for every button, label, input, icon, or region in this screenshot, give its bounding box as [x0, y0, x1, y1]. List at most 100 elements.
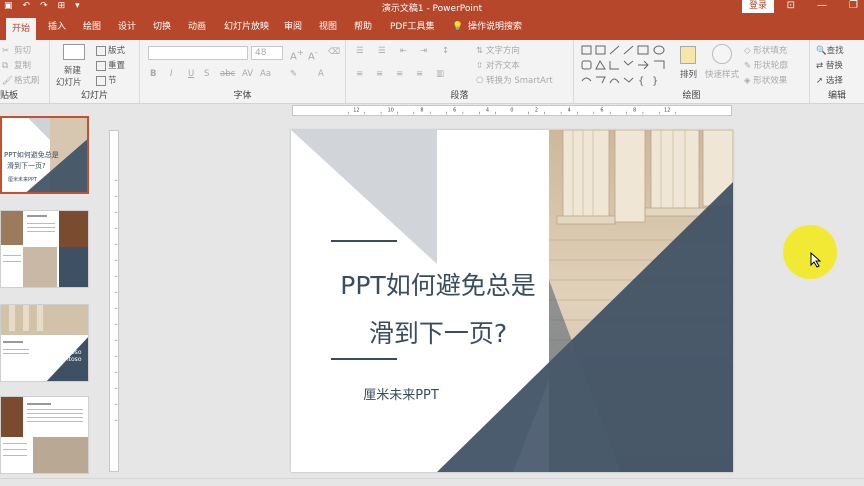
- effects-icon: ◈: [744, 76, 754, 86]
- decrease-indent-icon[interactable]: ⇤: [400, 46, 407, 56]
- strikethrough-button[interactable]: abc: [220, 69, 235, 79]
- paint-bucket-icon: ◇: [744, 46, 754, 56]
- find-button[interactable]: 🔍查找: [816, 44, 844, 56]
- quick-styles-icon[interactable]: [712, 44, 732, 64]
- align-center-icon[interactable]: ≡: [376, 69, 383, 79]
- slide-title-line-2[interactable]: 滑到下一页?: [313, 314, 563, 350]
- tab-animations[interactable]: 动画: [188, 19, 206, 35]
- group-label-editing: 编辑: [827, 91, 846, 101]
- align-right-icon[interactable]: ≡: [396, 69, 403, 79]
- layout-button[interactable]: 版式: [96, 44, 125, 56]
- shapes-gallery[interactable]: { }: [580, 44, 672, 88]
- bold-button[interactable]: B: [150, 69, 156, 79]
- select-button[interactable]: ➚ 选择: [816, 74, 843, 86]
- scissors-icon: ✂: [2, 45, 10, 56]
- tab-transitions[interactable]: 切换: [153, 19, 171, 35]
- lightbulb-icon: 💡: [452, 22, 464, 32]
- tab-insert[interactable]: 插入: [48, 19, 66, 35]
- clear-format-icon[interactable]: ⌫: [328, 47, 340, 57]
- minimize-icon[interactable]: —: [817, 0, 827, 11]
- font-size-select[interactable]: 48: [251, 46, 283, 60]
- text-direction-icon: ⇅: [476, 46, 486, 56]
- columns-icon[interactable]: ▥: [436, 69, 444, 79]
- replace-icon: ⇄: [816, 61, 826, 71]
- svg-text:6: 6: [600, 108, 603, 114]
- svg-text:}: }: [652, 76, 658, 87]
- slide-subtitle[interactable]: 厘米未来PPT: [341, 384, 461, 403]
- tab-view[interactable]: 视图: [319, 19, 337, 35]
- arrange-button[interactable]: 排列: [680, 68, 697, 80]
- underline-button[interactable]: U: [188, 69, 194, 79]
- group-paragraph: ☰ ☰ ⇤ ⇥ ↕ ⇅ 文字方向 ⇳ 对齐文本 ⎔ 转换为 SmartArt ≡…: [346, 40, 574, 103]
- shadow-button[interactable]: S: [204, 69, 209, 79]
- slide-thumbnail-3[interactable]: Contoso 40 Contoso: [0, 304, 89, 382]
- align-left-icon[interactable]: ≡: [356, 69, 363, 79]
- new-slide-icon[interactable]: [63, 44, 85, 60]
- svg-text:{: {: [638, 76, 644, 87]
- align-text-icon: ⇳: [476, 61, 486, 71]
- section-icon: [96, 75, 106, 86]
- ribbon: ✂ 剪切 ⧉ 复制 🖌格式刷 贴板 新建 幻灯片 版式 重置 节 幻灯片 48 A+…: [0, 40, 864, 104]
- group-clipboard: ✂ 剪切 ⧉ 复制 🖌格式刷 贴板: [0, 40, 50, 103]
- font-name-select[interactable]: [148, 46, 248, 60]
- slide-thumbnail-2[interactable]: [0, 210, 89, 288]
- align-text-button[interactable]: ⇳ 对齐文本: [476, 59, 520, 71]
- tell-me-search[interactable]: 操作说明搜索: [468, 19, 522, 35]
- shape-fill-button[interactable]: ◇ 形状填充: [744, 44, 787, 56]
- svg-text:12: 12: [353, 108, 359, 114]
- tab-review[interactable]: 审阅: [284, 19, 302, 35]
- thumbnails-scrollbar[interactable]: [96, 104, 104, 486]
- quick-styles-button[interactable]: 快速样式: [705, 68, 739, 80]
- status-bar: [0, 478, 864, 486]
- text-direction-button[interactable]: ⇅ 文字方向: [476, 44, 520, 56]
- svg-text:2: 2: [535, 108, 538, 114]
- window-title: 演示文稿1 - PowerPoint: [381, 4, 483, 14]
- login-button[interactable]: 登录: [742, 0, 774, 13]
- font-color-button[interactable]: A: [318, 69, 324, 79]
- brush-icon: 🖌: [2, 75, 13, 86]
- ribbon-display-icon[interactable]: ⊡: [787, 0, 795, 11]
- slide-thumbnail-1[interactable]: PPT如何避免总是 滑到下一页? 厘米未来PPT: [0, 116, 89, 194]
- copy-button[interactable]: ⧉ 复制: [2, 59, 31, 72]
- line-spacing-icon[interactable]: ↕: [442, 46, 449, 56]
- cut-button[interactable]: ✂ 剪切: [2, 44, 31, 57]
- tab-design[interactable]: 设计: [118, 19, 136, 35]
- slide-canvas[interactable]: PPT如何避免总是 滑到下一页? 厘米未来PPT: [291, 130, 733, 472]
- tab-home[interactable]: 开始: [6, 18, 37, 40]
- copy-icon: ⧉: [2, 60, 9, 71]
- increase-indent-icon[interactable]: ⇥: [420, 46, 427, 56]
- bullets-icon[interactable]: ☰: [356, 46, 364, 56]
- replace-button[interactable]: ⇄ 替换: [816, 59, 843, 71]
- numbering-icon[interactable]: ☰: [378, 46, 386, 56]
- thumb-1-title2: 滑到下一页?: [7, 162, 46, 170]
- shrink-font-button[interactable]: A-: [308, 47, 318, 62]
- new-slide-dropdown[interactable]: 幻灯片: [56, 76, 82, 88]
- spacing-button[interactable]: AV: [242, 69, 253, 79]
- tab-help[interactable]: 帮助: [354, 19, 372, 35]
- tab-draw[interactable]: 绘图: [83, 19, 101, 35]
- tab-pdf-tools[interactable]: PDF工具集: [390, 19, 435, 35]
- new-slide-button[interactable]: 新建: [64, 64, 81, 76]
- grow-font-button[interactable]: A+: [290, 47, 304, 62]
- highlight-icon[interactable]: ✎: [290, 69, 297, 79]
- slide-thumbnail-4[interactable]: [0, 396, 89, 474]
- mouse-pointer-icon: [810, 252, 822, 268]
- svg-text:0: 0: [510, 108, 513, 114]
- reset-button[interactable]: 重置: [96, 59, 125, 71]
- restore-icon[interactable]: ❐: [849, 0, 858, 11]
- section-button[interactable]: 节: [96, 74, 117, 86]
- shape-outline-button[interactable]: ✎ 形状轮廓: [744, 59, 788, 71]
- shape-effects-button[interactable]: ◈ 形状效果: [744, 74, 787, 86]
- change-case-button[interactable]: Aa: [260, 69, 271, 79]
- tab-slideshow[interactable]: 幻灯片放映: [224, 19, 269, 35]
- justify-icon[interactable]: ≡: [416, 69, 423, 79]
- svg-text:4: 4: [486, 108, 489, 114]
- window-controls: ⊡ — ❐: [787, 0, 858, 11]
- arrange-icon[interactable]: [680, 46, 696, 64]
- slide-title-line-1[interactable]: PPT如何避免总是: [313, 266, 563, 302]
- convert-smartart-button[interactable]: ⎔ 转换为 SmartArt: [476, 74, 553, 86]
- thumb-1-subtitle: 厘米未来PPT: [8, 177, 38, 183]
- italic-button[interactable]: I: [170, 69, 173, 79]
- thumb-4-art: [1, 397, 88, 473]
- format-painter-button[interactable]: 🖌格式刷: [2, 74, 40, 87]
